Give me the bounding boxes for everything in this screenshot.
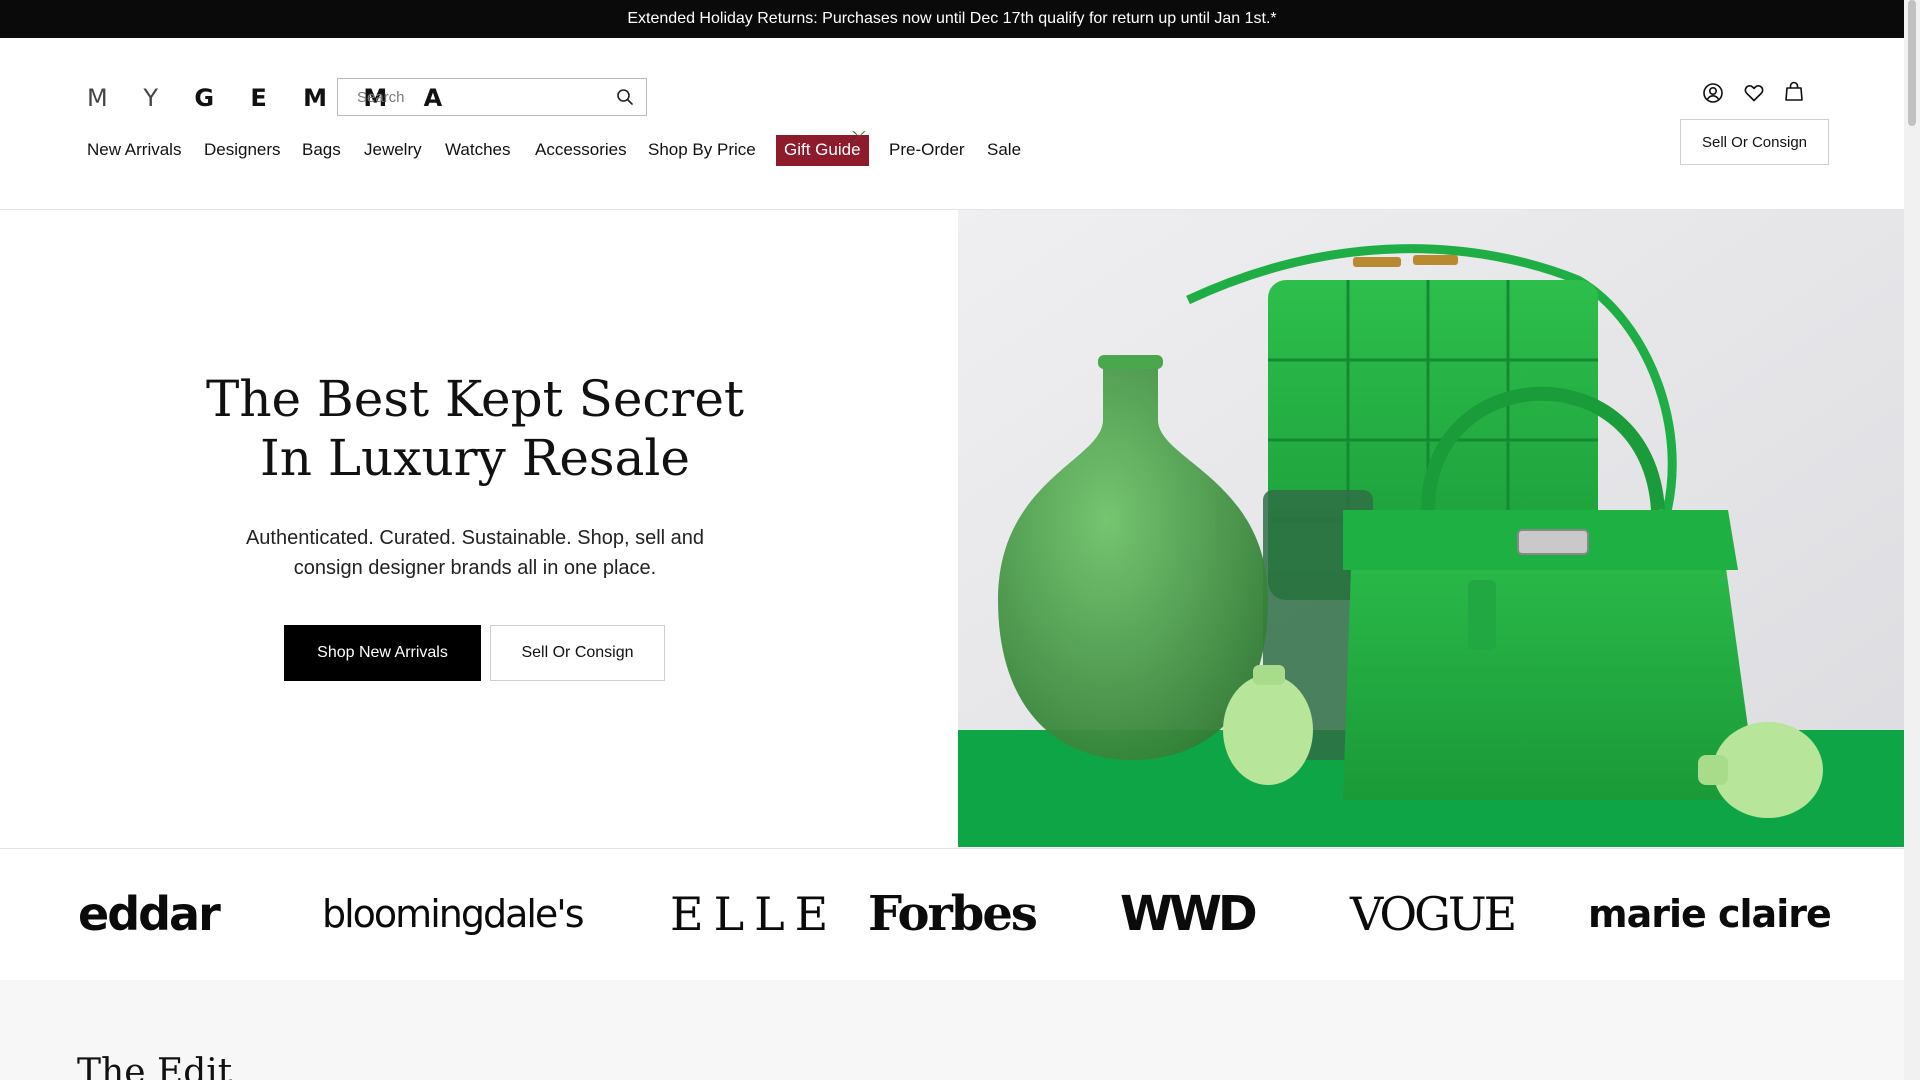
- heart-icon[interactable]: [1743, 82, 1765, 104]
- search-input[interactable]: [338, 79, 608, 115]
- nav-bags[interactable]: Bags: [302, 138, 341, 162]
- press-logo-bloomingdales: bloomingdale's: [322, 892, 585, 936]
- scrollbar-track[interactable]: [1904, 0, 1920, 1080]
- shop-new-arrivals-button[interactable]: Shop New Arrivals: [284, 625, 481, 681]
- nav-jewelry[interactable]: Jewelry: [364, 138, 422, 162]
- press-logo-forbes: Forbes: [868, 886, 1038, 942]
- hero-bags-photo: [958, 210, 1904, 847]
- nav-designers[interactable]: Designers: [204, 138, 281, 162]
- shopping-bag-icon[interactable]: [1783, 80, 1805, 102]
- nav-accessories[interactable]: Accessories: [535, 138, 627, 162]
- press-logo-elle: ELLE: [670, 887, 839, 941]
- hero-title-line1: The Best Kept Secret: [205, 370, 745, 428]
- scrollbar-thumb[interactable]: [1908, 0, 1916, 126]
- nav-shop-by-price[interactable]: Shop By Price: [648, 138, 756, 162]
- hero-text: The Best Kept Secret In Luxury Resale Au…: [150, 370, 800, 583]
- press-logo-wwd: WWD: [1120, 886, 1258, 942]
- search-box: [337, 78, 647, 116]
- press-logo-marie-claire: marie claire: [1588, 892, 1832, 936]
- hero-subtitle-line2: consign designer brands all in one place…: [293, 557, 657, 579]
- page: Extended Holiday Returns: Purchases now …: [0, 0, 1904, 1080]
- header-sell-consign-button[interactable]: Sell Or Consign: [1680, 119, 1829, 165]
- edit-section-title: The Edit: [77, 1052, 233, 1080]
- nav-watches[interactable]: Watches: [445, 138, 511, 162]
- header-icons: [1702, 80, 1805, 106]
- press-logo-vogue: VOGUE: [1350, 887, 1517, 941]
- hero-title: The Best Kept Secret In Luxury Resale: [150, 370, 800, 488]
- logo-part-thin: M Y: [87, 84, 172, 112]
- press-logos: eddar bloomingdale's ELLE Forbes WWD VOG…: [0, 849, 1904, 980]
- press-logo-eddar: eddar: [78, 887, 221, 941]
- nav-new-arrivals[interactable]: New Arrivals: [87, 138, 181, 162]
- hero-sell-consign-button[interactable]: Sell Or Consign: [490, 625, 665, 681]
- edit-section: [0, 980, 1904, 1080]
- nav-pre-order[interactable]: Pre-Order: [889, 138, 965, 162]
- hero-subtitle: Authenticated. Curated. Sustainable. Sho…: [150, 523, 800, 583]
- hero-image[interactable]: [958, 210, 1904, 847]
- announcement-bar: Extended Holiday Returns: Purchases now …: [0, 0, 1904, 38]
- search-icon[interactable]: [616, 88, 634, 106]
- hero-title-line2: In Luxury Resale: [260, 429, 690, 487]
- hero-subtitle-line1: Authenticated. Curated. Sustainable. Sho…: [245, 527, 705, 549]
- holly-icon: [850, 128, 868, 146]
- announcement-text: Extended Holiday Returns: Purchases now …: [627, 10, 1277, 27]
- nav-sale[interactable]: Sale: [987, 138, 1021, 162]
- account-icon[interactable]: [1702, 82, 1724, 104]
